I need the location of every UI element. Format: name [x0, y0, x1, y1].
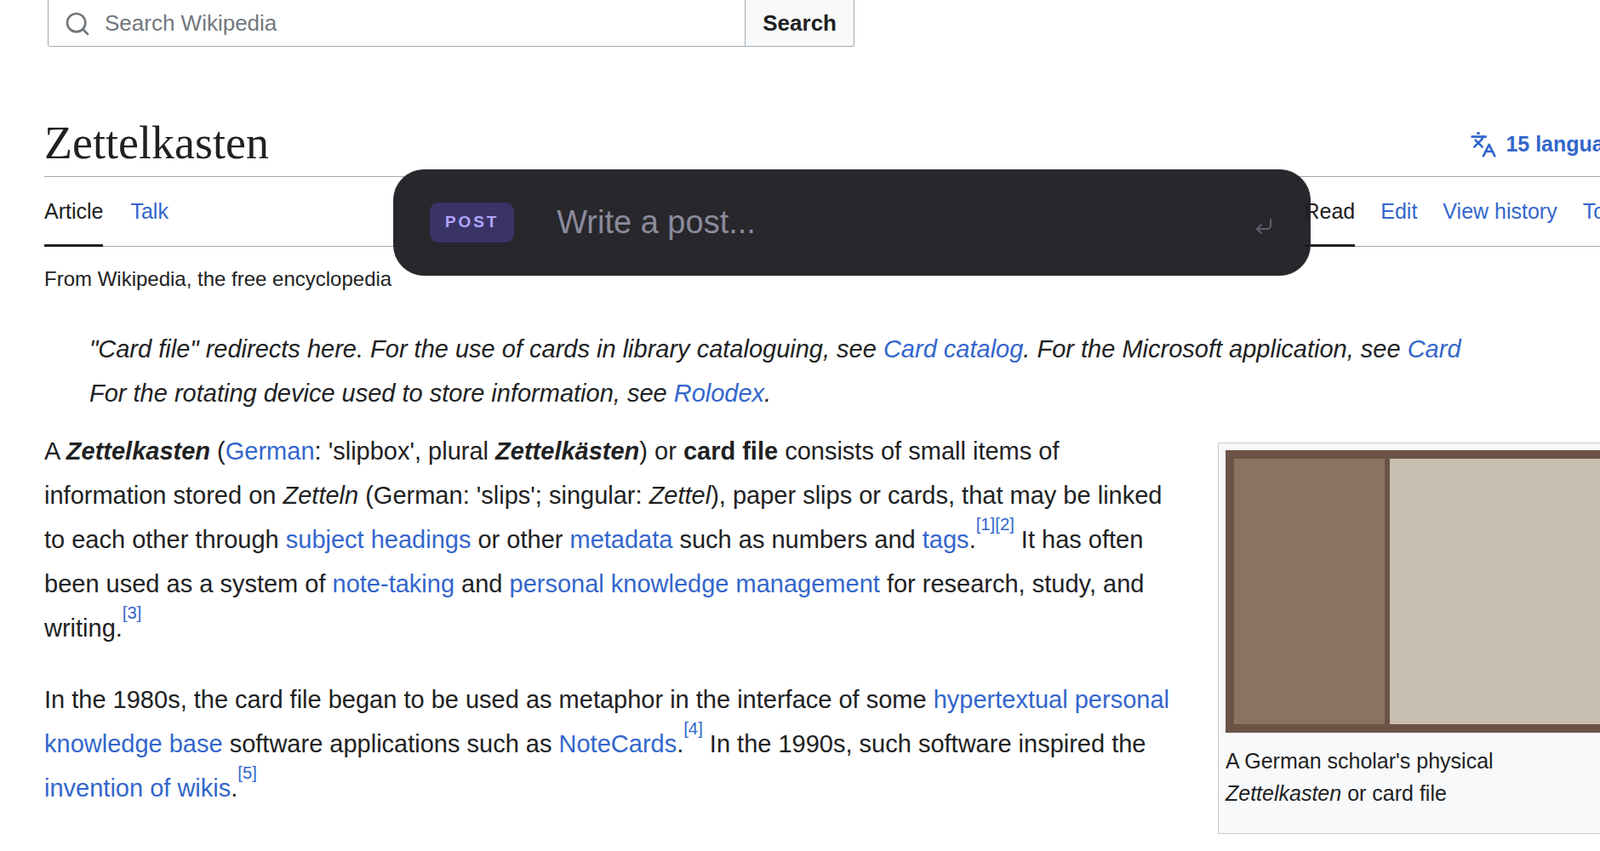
text: such as numbers and [672, 525, 922, 554]
link[interactable]: metadata [569, 525, 673, 554]
text: A [44, 437, 67, 465]
figure: A German scholar's physical Zettelkasten… [1217, 442, 1600, 835]
text: . For the Microsoft application, see [1022, 335, 1407, 363]
text: . [230, 774, 238, 802]
enter-icon [1253, 216, 1275, 237]
text: ( [210, 437, 226, 465]
reference[interactable]: [2] [994, 514, 1015, 534]
paragraph: A Zettelkasten (German: 'slipbox', plura… [44, 428, 1180, 651]
link[interactable]: Rolodex [674, 379, 765, 407]
italic-text: Zettel [649, 481, 712, 509]
right-tabs: Read Edit View history Too [1304, 177, 1600, 247]
text: and [454, 570, 510, 598]
page-tab[interactable]: Talk [130, 177, 168, 248]
content: Search Wikipedia Search Zettelkasten 15 lan… [0, 0, 1600, 835]
bold-text: card file [683, 437, 778, 465]
figure-caption: A German scholar's physical Zettelkasten… [1225, 744, 1566, 810]
search-bar: Search Wikipedia Search [47, 0, 855, 47]
left-tabs: Article Talk [44, 177, 169, 247]
shelf-block [1234, 458, 1385, 725]
search-placeholder: Search Wikipedia [104, 6, 277, 40]
page-tab[interactable]: Too [1582, 177, 1600, 248]
link[interactable]: personal knowledge management [509, 570, 880, 598]
post-input-placeholder[interactable]: Write a post... [556, 198, 756, 247]
reference[interactable]: [4] [683, 719, 703, 738]
text: or other [470, 525, 570, 554]
page-title: Zettelkasten [44, 114, 269, 173]
text: or card file [1341, 781, 1447, 806]
text: . [764, 379, 772, 407]
text: . [969, 525, 977, 554]
link[interactable]: NoteCards [559, 730, 678, 758]
bold-italic-text: Zettelkästen [495, 437, 640, 465]
translate-icon [1469, 131, 1498, 159]
page-tab[interactable]: Article [44, 177, 103, 248]
text: software applications such as [222, 730, 560, 758]
figure-photo [1225, 450, 1600, 733]
text: For the rotating device used to store in… [89, 379, 675, 407]
link[interactable]: tags [922, 525, 970, 554]
link[interactable]: German [225, 437, 315, 465]
page-tab[interactable]: Edit [1380, 177, 1418, 248]
page-tab[interactable]: View history [1442, 177, 1557, 248]
hatnote-line: For the rotating device used to store in… [89, 371, 1600, 416]
page-tab[interactable]: Read [1304, 177, 1356, 248]
title-row: Zettelkasten 15 languag [44, 114, 1600, 178]
post-badge: POST [429, 202, 515, 243]
search-button[interactable]: Search [745, 0, 855, 47]
text: In the 1990s, such software inspired the [702, 730, 1147, 758]
reference[interactable]: [5] [237, 763, 258, 783]
text: "Card file" redirects here. For the use … [89, 335, 884, 363]
link[interactable]: Card [1407, 335, 1462, 363]
link[interactable]: Card catalog [883, 335, 1023, 363]
text: (German: 'slips'; singular: [358, 481, 649, 509]
italic-text: Zettelkasten [1225, 781, 1342, 806]
link[interactable]: subject headings [285, 525, 472, 554]
article-text: A Zettelkasten (German: 'slipbox', plura… [44, 428, 1180, 835]
italic-text: Zetteln [282, 481, 359, 509]
post-composer[interactable]: POST Write a post... [393, 169, 1311, 276]
link[interactable]: note-taking [332, 570, 456, 598]
hatnote: "Card file" redirects here. For the use … [44, 326, 1600, 416]
search-input[interactable]: Search Wikipedia [47, 0, 746, 47]
reference[interactable]: [1] [976, 514, 996, 534]
text: In the 1980s, the card file began to be … [44, 685, 934, 714]
bold-italic-text: Zettelkasten [66, 437, 211, 465]
text: : 'slipbox', plural [314, 437, 497, 465]
link[interactable]: invention of wikis [44, 774, 231, 802]
search-icon [63, 10, 92, 38]
text: A German scholar's physical [1225, 748, 1494, 773]
body: A Zettelkasten (German: 'slipbox', plura… [44, 428, 1600, 835]
text: . [676, 730, 684, 758]
paragraph: In the 1980s, the card file began to be … [44, 677, 1180, 811]
text: ) or [639, 437, 684, 465]
languages-button[interactable]: 15 languag [1469, 128, 1600, 161]
hatnote-line: "Card file" redirects here. For the use … [89, 326, 1600, 372]
page: Search Wikipedia Search Zettelkasten 15 lan… [0, 0, 1600, 851]
shelf-block [1389, 458, 1600, 725]
reference[interactable]: [3] [122, 603, 143, 623]
